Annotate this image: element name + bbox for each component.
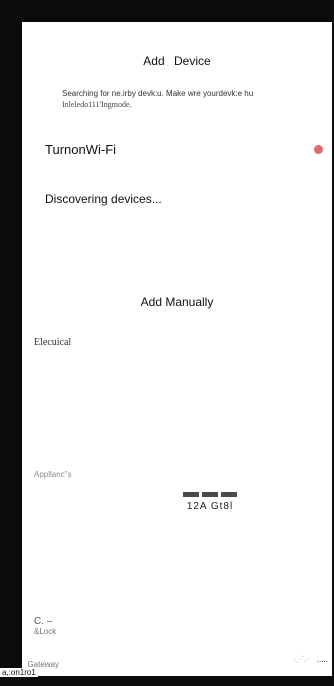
bottom-faint: ·.·`.·	[293, 655, 309, 664]
lock-category-symbol: C. –	[34, 616, 53, 627]
device-tile-icon	[170, 492, 250, 497]
category-appliances[interactable]: Appllanc"s	[34, 470, 72, 479]
add-manually-heading[interactable]: Add Manually	[22, 295, 332, 309]
turn-on-wifi-row[interactable]: TurnonWi-Fi	[45, 140, 323, 158]
title-text: Device	[174, 54, 211, 68]
search-hint: Searching for ne.irby devk:u. Make wre y…	[62, 88, 317, 110]
page-title: Add Device	[22, 54, 332, 68]
hint-line-2: Inleledo111'Ingmode.	[62, 100, 132, 109]
device-tile[interactable]: 12A Gt8l	[170, 492, 250, 522]
bottom-indicator: ·.·`.· .....	[294, 655, 328, 664]
main-content: Add Device Searching for ne.irby devk:u.…	[0, 22, 332, 677]
category-electrical[interactable]: Elecuical	[34, 337, 71, 348]
discovering-status: Discovering devices...	[45, 192, 162, 206]
bar-3	[221, 492, 237, 497]
top-border	[0, 0, 334, 22]
device-tile-label: 12A Gt8l	[186, 501, 234, 512]
title-prefix: Add	[143, 54, 165, 68]
bottom-border	[0, 676, 334, 686]
hint-line-1: Searching for ne.irby devk:u. Make wre y…	[62, 89, 254, 98]
app-frame: ···· Add Device Searching for ne.irby de…	[0, 0, 334, 686]
gateway-subtext: a,:on1ro1	[0, 668, 38, 677]
bar-2	[202, 492, 218, 497]
wifi-status-dot	[314, 144, 323, 154]
bottom-strong: .....	[316, 655, 328, 664]
bar-1	[183, 492, 199, 497]
left-border	[0, 0, 22, 686]
category-lock[interactable]: &Lock	[34, 627, 56, 636]
wifi-label: TurnonWi-Fi	[45, 141, 117, 157]
